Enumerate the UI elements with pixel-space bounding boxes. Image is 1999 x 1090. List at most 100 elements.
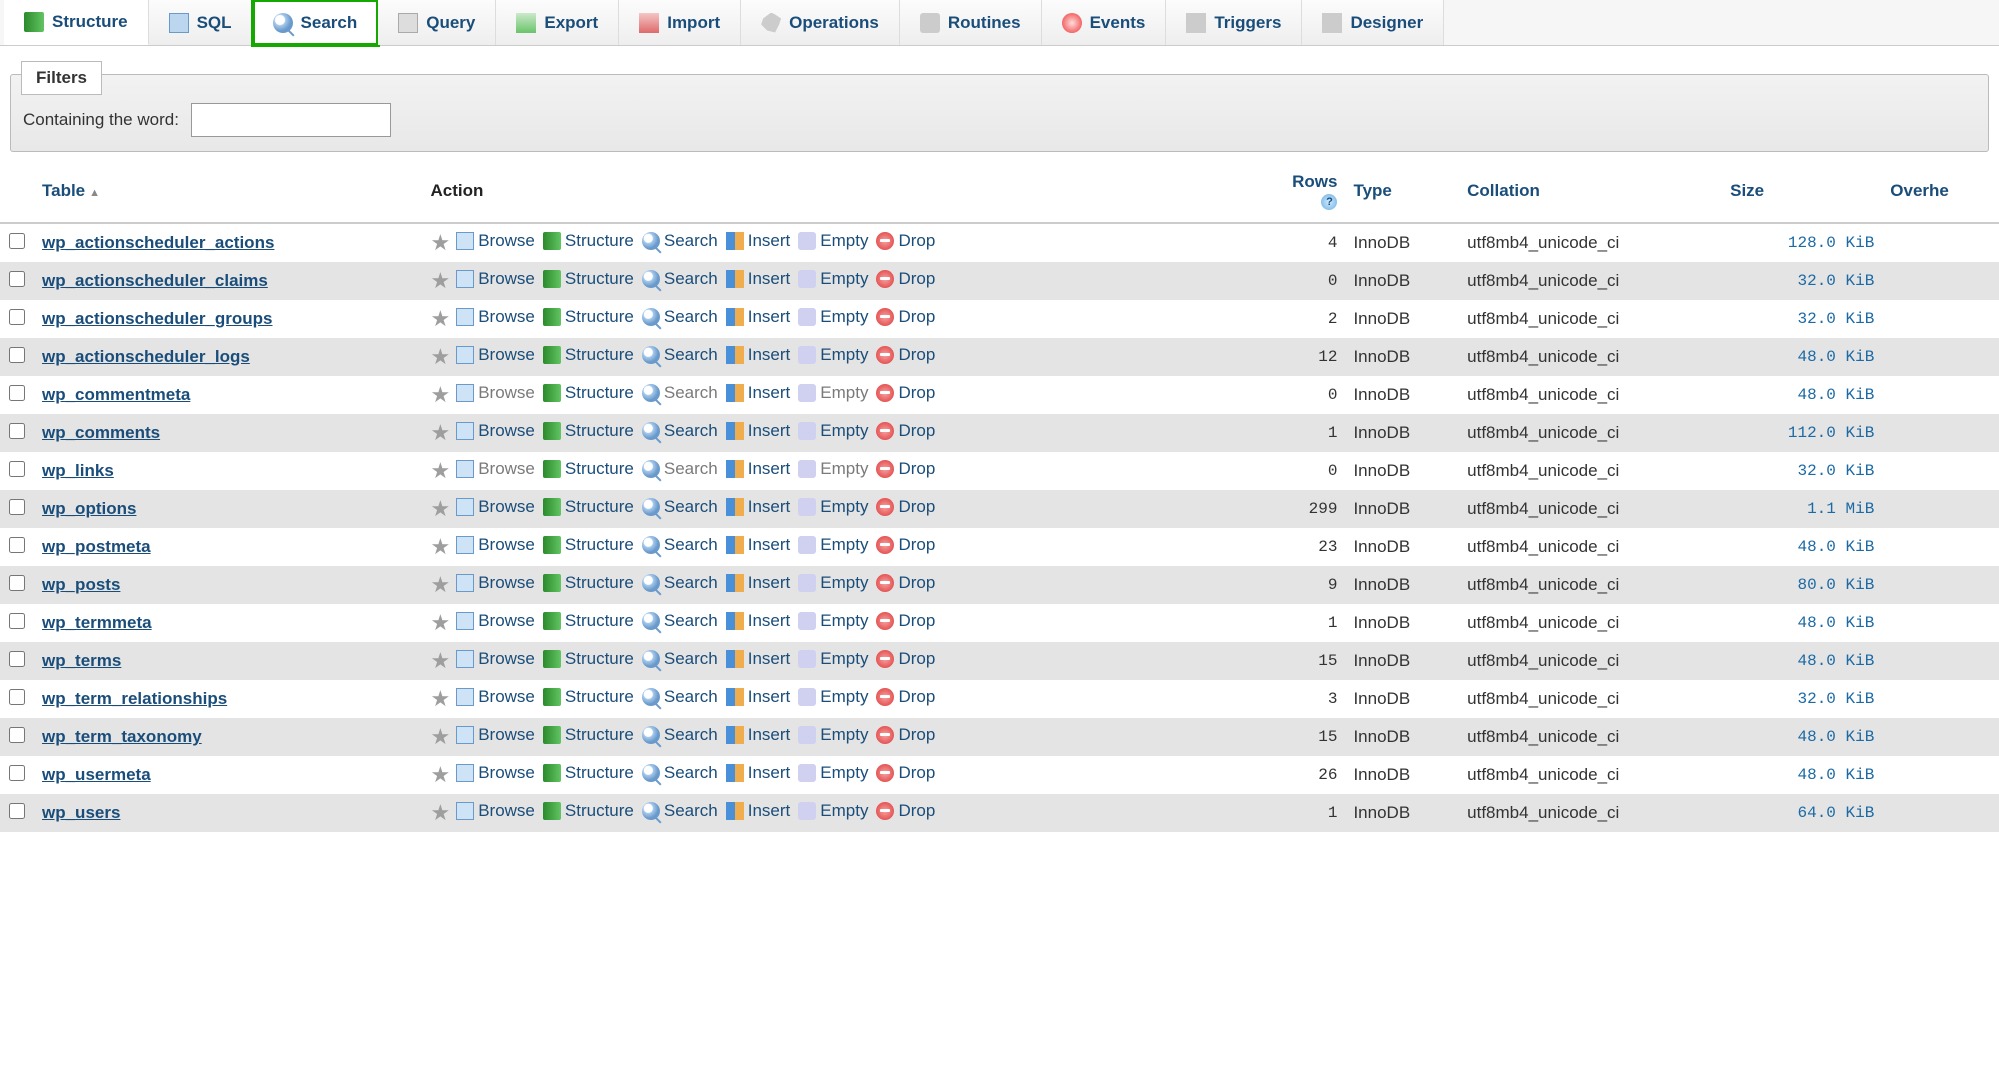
empty-link[interactable]: Empty: [798, 497, 868, 517]
row-checkbox[interactable]: [9, 765, 25, 781]
structure-link[interactable]: Structure: [543, 497, 634, 517]
browse-link[interactable]: Browse: [456, 535, 535, 555]
browse-link[interactable]: Browse: [456, 763, 535, 783]
search-link[interactable]: Search: [642, 649, 718, 669]
table-name-link[interactable]: wp_links: [42, 461, 114, 480]
search-link[interactable]: Search: [642, 725, 718, 745]
tab-import[interactable]: Import: [619, 0, 741, 45]
search-link[interactable]: Search: [642, 421, 718, 441]
table-name-link[interactable]: wp_options: [42, 499, 136, 518]
tab-query[interactable]: Query: [378, 0, 496, 45]
browse-link[interactable]: Browse: [456, 725, 535, 745]
drop-link[interactable]: Drop: [876, 231, 935, 251]
empty-link[interactable]: Empty: [798, 801, 868, 821]
browse-link[interactable]: Browse: [456, 649, 535, 669]
empty-link[interactable]: Empty: [798, 459, 868, 479]
empty-link[interactable]: Empty: [798, 231, 868, 251]
browse-link[interactable]: Browse: [456, 497, 535, 517]
structure-link[interactable]: Structure: [543, 573, 634, 593]
browse-link[interactable]: Browse: [456, 383, 535, 403]
star-icon[interactable]: ★: [430, 382, 450, 407]
table-name-link[interactable]: wp_term_taxonomy: [42, 727, 202, 746]
insert-link[interactable]: Insert: [726, 535, 791, 555]
browse-link[interactable]: Browse: [456, 611, 535, 631]
search-link[interactable]: Search: [642, 687, 718, 707]
insert-link[interactable]: Insert: [726, 573, 791, 593]
insert-link[interactable]: Insert: [726, 801, 791, 821]
row-checkbox[interactable]: [9, 613, 25, 629]
col-rows[interactable]: Rows ?: [1250, 162, 1346, 223]
tab-events[interactable]: Events: [1042, 0, 1167, 45]
row-checkbox[interactable]: [9, 499, 25, 515]
drop-link[interactable]: Drop: [876, 459, 935, 479]
table-name-link[interactable]: wp_posts: [42, 575, 120, 594]
tab-sql[interactable]: SQL: [149, 0, 253, 45]
browse-link[interactable]: Browse: [456, 231, 535, 251]
search-link[interactable]: Search: [642, 497, 718, 517]
empty-link[interactable]: Empty: [798, 345, 868, 365]
drop-link[interactable]: Drop: [876, 611, 935, 631]
tab-triggers[interactable]: Triggers: [1166, 0, 1302, 45]
empty-link[interactable]: Empty: [798, 307, 868, 327]
table-name-link[interactable]: wp_actionscheduler_logs: [42, 347, 250, 366]
table-name-link[interactable]: wp_commentmeta: [42, 385, 190, 404]
structure-link[interactable]: Structure: [543, 231, 634, 251]
insert-link[interactable]: Insert: [726, 649, 791, 669]
row-checkbox[interactable]: [9, 385, 25, 401]
table-name-link[interactable]: wp_postmeta: [42, 537, 151, 556]
drop-link[interactable]: Drop: [876, 497, 935, 517]
tab-operations[interactable]: Operations: [741, 0, 900, 45]
row-checkbox[interactable]: [9, 309, 25, 325]
structure-link[interactable]: Structure: [543, 345, 634, 365]
empty-link[interactable]: Empty: [798, 725, 868, 745]
table-name-link[interactable]: wp_termmeta: [42, 613, 152, 632]
search-link[interactable]: Search: [642, 231, 718, 251]
structure-link[interactable]: Structure: [543, 763, 634, 783]
row-checkbox[interactable]: [9, 651, 25, 667]
row-checkbox[interactable]: [9, 689, 25, 705]
tab-search[interactable]: Search: [253, 0, 379, 45]
insert-link[interactable]: Insert: [726, 763, 791, 783]
insert-link[interactable]: Insert: [726, 725, 791, 745]
insert-link[interactable]: Insert: [726, 269, 791, 289]
drop-link[interactable]: Drop: [876, 801, 935, 821]
empty-link[interactable]: Empty: [798, 383, 868, 403]
star-icon[interactable]: ★: [430, 800, 450, 825]
col-overhead[interactable]: Overhe: [1882, 162, 1999, 223]
insert-link[interactable]: Insert: [726, 345, 791, 365]
browse-link[interactable]: Browse: [456, 269, 535, 289]
col-table[interactable]: Table▲: [34, 162, 422, 223]
row-checkbox[interactable]: [9, 803, 25, 819]
tab-designer[interactable]: Designer: [1302, 0, 1444, 45]
star-icon[interactable]: ★: [430, 572, 450, 597]
help-icon[interactable]: ?: [1321, 194, 1337, 210]
browse-link[interactable]: Browse: [456, 687, 535, 707]
search-link[interactable]: Search: [642, 573, 718, 593]
structure-link[interactable]: Structure: [543, 611, 634, 631]
browse-link[interactable]: Browse: [456, 345, 535, 365]
empty-link[interactable]: Empty: [798, 649, 868, 669]
structure-link[interactable]: Structure: [543, 307, 634, 327]
star-icon[interactable]: ★: [430, 686, 450, 711]
search-link[interactable]: Search: [642, 383, 718, 403]
insert-link[interactable]: Insert: [726, 497, 791, 517]
browse-link[interactable]: Browse: [456, 421, 535, 441]
drop-link[interactable]: Drop: [876, 383, 935, 403]
search-link[interactable]: Search: [642, 763, 718, 783]
table-name-link[interactable]: wp_comments: [42, 423, 160, 442]
structure-link[interactable]: Structure: [543, 269, 634, 289]
empty-link[interactable]: Empty: [798, 535, 868, 555]
empty-link[interactable]: Empty: [798, 573, 868, 593]
drop-link[interactable]: Drop: [876, 725, 935, 745]
star-icon[interactable]: ★: [430, 344, 450, 369]
containing-word-input[interactable]: [191, 103, 391, 137]
row-checkbox[interactable]: [9, 575, 25, 591]
browse-link[interactable]: Browse: [456, 801, 535, 821]
insert-link[interactable]: Insert: [726, 459, 791, 479]
insert-link[interactable]: Insert: [726, 383, 791, 403]
tab-structure[interactable]: Structure: [4, 0, 149, 45]
row-checkbox[interactable]: [9, 347, 25, 363]
table-name-link[interactable]: wp_term_relationships: [42, 689, 227, 708]
drop-link[interactable]: Drop: [876, 763, 935, 783]
insert-link[interactable]: Insert: [726, 421, 791, 441]
